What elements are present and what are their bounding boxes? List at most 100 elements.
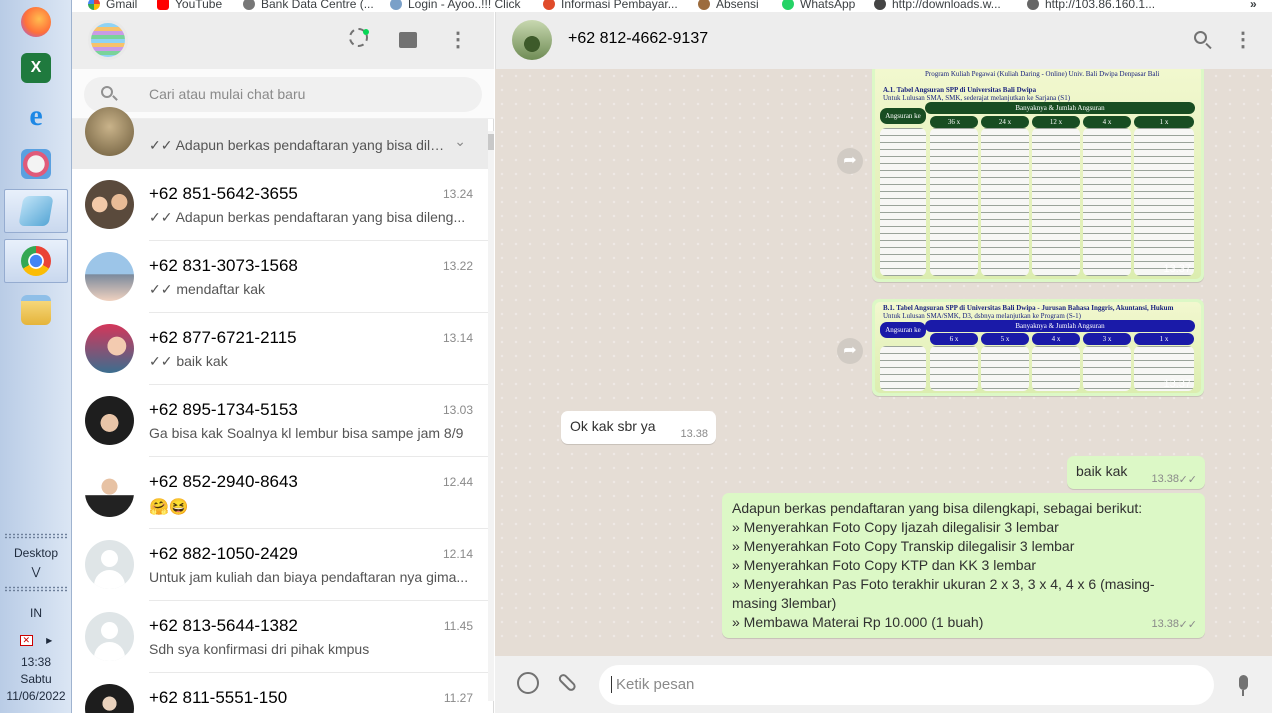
clock-time[interactable]: 13:38: [0, 655, 72, 669]
image-column-header: 12 x: [1032, 116, 1080, 128]
notepad-icon: [18, 196, 54, 226]
bookmark-absensi[interactable]: Absensi: [698, 0, 759, 11]
chat-preview: ✓✓ Adapun berkas pendaftaran yang bisa d…: [149, 209, 466, 225]
chat-time: 13.14: [442, 331, 473, 345]
message-input[interactable]: Ketik pesan: [611, 676, 694, 693]
google-icon: [88, 0, 100, 10]
incoming-message[interactable]: Ok kak sbr ya 13.38: [561, 411, 716, 444]
chevron-down-icon[interactable]: ⌄: [454, 133, 466, 150]
image-heading-block: A.1. Tabel Angsuran SPP di Universitas B…: [883, 86, 1195, 102]
chat-item[interactable]: +62 851-5642-3655 13.24 ✓✓ Adapun berkas…: [72, 169, 488, 241]
contact-name[interactable]: +62 812-4662-9137: [568, 30, 708, 48]
chat-name: +62 813-5644-1382: [149, 616, 298, 635]
explorer-taskbar-button[interactable]: [4, 288, 68, 332]
excel-icon: X: [21, 53, 51, 83]
info-icon: [543, 0, 555, 10]
message-list[interactable]: ➦ Program Kuliah Pegawai (Kuliah Daring …: [495, 69, 1272, 644]
forward-icon[interactable]: ➦: [837, 148, 863, 174]
bookmark-informasi-pembayaran[interactable]: Informasi Pembayar...: [543, 0, 678, 11]
image-column-header: 36 x: [930, 116, 978, 128]
chat-preview: 🤗😆: [149, 499, 189, 516]
bank-icon: [243, 0, 255, 10]
chat-list-scrollbar[interactable]: [488, 131, 494, 701]
bookmark-login[interactable]: Login - Ayoo..!!! Click: [390, 0, 521, 11]
menu-icon[interactable]: ⋮: [1231, 28, 1255, 52]
profile-avatar[interactable]: [88, 20, 128, 60]
flag-icon[interactable]: ✕ ▶: [0, 632, 72, 646]
table-column: [1032, 128, 1080, 276]
chat-item-pinned[interactable]: ✓✓ Adapun berkas pendaftaran yang bisa d…: [72, 107, 488, 169]
status-icon[interactable]: [346, 28, 370, 52]
input-language-indicator[interactable]: IN: [0, 606, 72, 620]
desktop-toolbar-label[interactable]: Desktop: [0, 546, 72, 560]
table-column: [1083, 346, 1131, 391]
login-icon: [390, 0, 402, 10]
notepad-taskbar-button[interactable]: [4, 189, 68, 233]
chat-item[interactable]: +62 877-6721-2115 13.14 ✓✓ baik kak: [72, 313, 488, 385]
firefox-icon: [21, 7, 51, 37]
message-text: baik kak: [1076, 463, 1128, 479]
avatar: [85, 324, 134, 373]
image-heading: B.1. Tabel Angsuran SPP di Universitas B…: [883, 304, 1174, 312]
message-input-box[interactable]: Ketik pesan: [599, 665, 1214, 705]
chat-item[interactable]: +62 811-5551-150 11.27: [72, 673, 488, 713]
bookmark-gmail[interactable]: Gmail: [88, 0, 137, 11]
chat-item[interactable]: +62 882-1050-2429 12.14 Untuk jam kuliah…: [72, 529, 488, 601]
outgoing-message[interactable]: Adapun berkas pendaftaran yang bisa dile…: [722, 493, 1205, 638]
contact-avatar[interactable]: [512, 20, 552, 60]
avatar: [85, 396, 134, 445]
chat-name: +62 851-5642-3655: [149, 184, 298, 203]
bookmark-youtube[interactable]: YouTube: [157, 0, 222, 11]
search-input[interactable]: Cari atau mulai chat baru: [149, 86, 305, 102]
chat-item[interactable]: +62 852-2940-8643 12.44 🤗😆: [72, 457, 488, 529]
bookmark-whatsapp[interactable]: WhatsApp: [782, 0, 855, 11]
firefox-taskbar-button[interactable]: [4, 0, 68, 44]
bookmark-downloads[interactable]: http://downloads.w...: [874, 0, 1001, 11]
chat-item[interactable]: +62 813-5644-1382 11.45 Sdh sya konfirma…: [72, 601, 488, 673]
table-column: [981, 346, 1029, 391]
table-column: [880, 128, 926, 276]
chat-item[interactable]: +62 895-1734-5153 13.03 Ga bisa kak Soal…: [72, 385, 488, 457]
internet-explorer-taskbar-button[interactable]: e: [4, 94, 68, 138]
bookmarks-overflow-chevron-icon[interactable]: »: [1250, 0, 1257, 11]
image-column-header: 4 x: [1032, 333, 1080, 345]
outgoing-message[interactable]: baik kak 13.38 ✓✓: [1067, 456, 1205, 489]
chat-time: 12.14: [442, 547, 473, 561]
image-row-header: Angsuran ke: [880, 322, 926, 338]
chrome-taskbar-button[interactable]: [4, 239, 68, 283]
image-message[interactable]: Program Kuliah Pegawai (Kuliah Daring - …: [872, 69, 1204, 282]
message-time: 13.38: [1151, 473, 1179, 485]
chat-preview: ✓✓ Adapun berkas pendaftaran yang bisa d…: [149, 137, 449, 153]
excel-taskbar-button[interactable]: X: [4, 46, 68, 90]
new-chat-icon[interactable]: [396, 28, 420, 52]
paint-taskbar-button[interactable]: [4, 142, 68, 186]
scrollbar-thumb[interactable]: [488, 134, 494, 150]
chat-name: +62 877-6721-2115: [149, 328, 297, 347]
bookmark-ip-address[interactable]: http://103.86.160.1...: [1027, 0, 1155, 11]
chat-time: 13.22: [442, 259, 473, 273]
emoji-icon[interactable]: [515, 672, 541, 698]
image-row-header: Angsuran ke: [880, 108, 926, 124]
bookmark-bank-data-centre[interactable]: Bank Data Centre (...: [243, 0, 374, 11]
chevron-down-icon[interactable]: ⋁: [0, 565, 72, 578]
image-column-header: 1 x: [1134, 116, 1194, 128]
chat-name: +62 852-2940-8643: [149, 472, 298, 491]
search-icon-handle: [112, 95, 118, 101]
taskbar-divider: [4, 533, 68, 539]
paint-icon: [21, 149, 51, 179]
bookmarks-bar: Gmail YouTube Bank Data Centre (... Logi…: [72, 0, 1272, 12]
search-box[interactable]: Cari atau mulai chat baru: [84, 77, 482, 112]
attach-icon[interactable]: [551, 667, 588, 704]
image-message[interactable]: B.1. Tabel Angsuran SPP di Universitas B…: [872, 299, 1204, 396]
double-check-icon: ✓✓: [1178, 474, 1197, 486]
chat-time: 11.27: [443, 691, 473, 705]
chat-item[interactable]: +62 831-3073-1568 13.22 ✓✓ mendaftar kak: [72, 241, 488, 313]
avatar: [85, 252, 134, 301]
image-column-header: 4 x: [1083, 116, 1131, 128]
search-icon[interactable]: [1191, 28, 1215, 52]
spp-table-image: Program Kuliah Pegawai (Kuliah Daring - …: [875, 69, 1201, 279]
microphone-icon[interactable]: [1230, 672, 1256, 698]
conversation-panel: +62 812-4662-9137 ⋮ ➦ Program Kuliah Peg…: [495, 12, 1272, 713]
menu-icon[interactable]: ⋮: [446, 28, 470, 52]
forward-icon[interactable]: ➦: [837, 338, 863, 364]
